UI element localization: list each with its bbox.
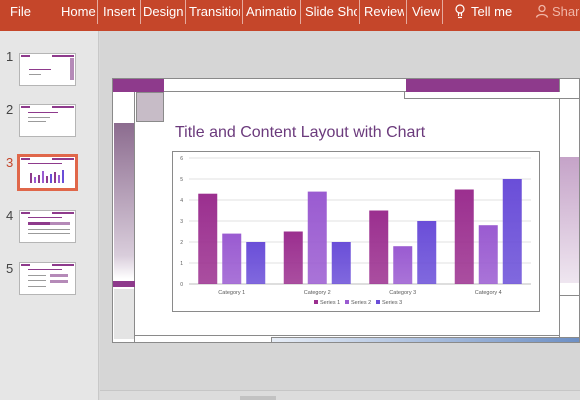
decorative-bar [559, 79, 579, 92]
chart-bar [307, 191, 327, 284]
person-icon [535, 4, 549, 18]
decorative-bar [406, 79, 559, 92]
y-tick-label: 5 [180, 177, 183, 183]
chart-placeholder[interactable]: 0 1 2 3 4 5 6 Category 1 Category 2 Category 3 Cat… [172, 151, 540, 312]
chart-bar [283, 231, 303, 284]
tab-review[interactable]: Review [364, 0, 404, 24]
decorative-bar [113, 79, 164, 92]
chart-bar [417, 221, 437, 284]
decorative-block [136, 92, 164, 122]
y-tick-label: 4 [180, 198, 183, 204]
divider [135, 335, 559, 336]
decorative-block [560, 295, 579, 340]
chart-bar [393, 246, 413, 284]
decorative-outline [404, 92, 579, 99]
chart-bar [331, 242, 351, 284]
y-tick-label: 6 [180, 156, 183, 162]
tab-separator [140, 0, 141, 24]
y-tick-label: 1 [180, 261, 183, 267]
tab-design[interactable]: Design [143, 0, 183, 24]
decorative-bar [113, 281, 135, 287]
bar-chart: 0 1 2 3 4 5 6 Category 1 Category 2 Category 3 Cat… [180, 156, 531, 306]
tab-separator [359, 0, 360, 24]
slide-thumbnail-1[interactable] [19, 53, 76, 86]
tab-separator [97, 0, 98, 24]
x-tick-label: Category 2 [304, 290, 331, 296]
tab-transitions[interactable]: Transitior [189, 0, 240, 24]
tab-home[interactable]: Home [61, 0, 96, 24]
current-slide[interactable]: Title and Content Layout with Chart 0 1 2 3… [112, 78, 580, 343]
tab-animations[interactable]: Animatio [246, 0, 299, 24]
thumbnail-number: 5 [6, 261, 14, 276]
thumbnail-number: 1 [6, 49, 14, 64]
chart-bar [222, 233, 242, 284]
tab-insert[interactable]: Insert [103, 0, 138, 24]
legend-swatch [314, 300, 318, 304]
chart-bar [369, 210, 389, 284]
slide-title[interactable]: Title and Content Layout with Chart [175, 124, 425, 142]
decorative-bar [164, 79, 406, 92]
right-gradient-bar [560, 157, 579, 283]
y-tick-label: 3 [180, 219, 183, 225]
tab-separator [442, 0, 443, 24]
tab-view[interactable]: View [412, 0, 440, 24]
tab-separator [185, 0, 186, 24]
chart-bar [454, 189, 474, 284]
tell-me-search[interactable]: Tell me [471, 0, 512, 24]
lightbulb-icon [455, 4, 465, 19]
ribbon: File Home Insert Design Transitior Anima… [0, 0, 580, 31]
tab-file[interactable]: File [10, 0, 31, 24]
legend-label: Series 1 [320, 300, 340, 306]
chart-bar [198, 193, 218, 284]
y-tick-label: 2 [180, 240, 183, 246]
horizontal-scrollbar[interactable] [240, 396, 276, 400]
thumbnail-number: 2 [6, 102, 14, 117]
x-tick-label: Category 3 [389, 290, 416, 296]
x-tick-label: Category 4 [475, 290, 502, 296]
status-strip [100, 390, 580, 400]
slide-thumbnail-2[interactable] [19, 104, 76, 137]
legend-swatch [376, 300, 380, 304]
legend-swatch [345, 300, 349, 304]
left-gradient-bar [114, 123, 134, 279]
tab-slide-show[interactable]: Slide Sho [305, 0, 357, 24]
decorative-bar [271, 337, 579, 342]
chart-bar [246, 242, 266, 284]
thumbnail-number: 3 [6, 155, 14, 170]
thumbnail-number: 4 [6, 208, 14, 223]
slide-thumbnail-3[interactable] [17, 154, 78, 191]
tab-separator [242, 0, 243, 24]
tab-separator [406, 0, 407, 24]
share-button[interactable]: Shar [552, 0, 579, 24]
chart-bar [502, 179, 522, 284]
slide-thumbnail-5[interactable] [19, 262, 76, 295]
tab-separator [300, 0, 301, 24]
x-tick-label: Category 1 [218, 290, 245, 296]
slide-thumbnail-4[interactable] [19, 210, 76, 243]
legend-label: Series 3 [382, 300, 402, 306]
chart-bar [478, 225, 498, 284]
decorative-block [114, 289, 134, 339]
legend-label: Series 2 [351, 300, 371, 306]
y-tick-label: 0 [180, 282, 183, 288]
